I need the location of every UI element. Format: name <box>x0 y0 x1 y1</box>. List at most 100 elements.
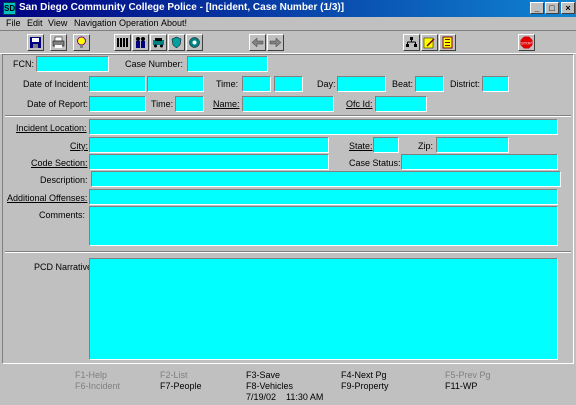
function-key-bar: F1-Help F2-List F3-Save F4-Next Pg F5-Pr… <box>0 366 576 405</box>
lightbulb-icon <box>77 36 86 48</box>
f1-help-key[interactable]: F1-Help <box>75 370 107 380</box>
code-section-field[interactable] <box>89 154 329 170</box>
f9-property-key[interactable]: F9-Property <box>341 381 389 391</box>
state-field[interactable] <box>373 137 399 153</box>
additional-offenses-label[interactable]: Additional Offenses: <box>7 193 87 203</box>
menu-file[interactable]: File <box>6 18 21 28</box>
district-label: District: <box>450 79 480 89</box>
date-of-report-field[interactable] <box>89 96 146 112</box>
property-icon <box>189 37 200 48</box>
city-label[interactable]: City: <box>70 141 88 151</box>
status-datetime: 7/19/02 11:30 AM <box>246 392 324 402</box>
menu-bar: File Edit View Navigation Operation Abou… <box>0 17 576 30</box>
app-icon: SD <box>3 2 16 15</box>
name-field[interactable] <box>242 96 334 112</box>
district-field[interactable] <box>482 76 509 92</box>
case-status-field[interactable] <box>401 154 558 170</box>
edit-note-button[interactable] <box>421 34 438 51</box>
incident-time-field[interactable] <box>242 76 271 92</box>
save-icon <box>30 37 41 48</box>
incident-location-label[interactable]: Incident Location: <box>16 123 87 133</box>
stop-button[interactable]: STOP <box>518 34 535 51</box>
f2-list-key[interactable]: F2-List <box>160 370 188 380</box>
date-of-incident-field[interactable] <box>89 76 146 92</box>
tree-button[interactable] <box>403 34 420 51</box>
people-button[interactable] <box>132 34 149 51</box>
shield-icon <box>171 36 182 49</box>
ofc-id-label[interactable]: Ofc Id: <box>346 99 373 109</box>
f7-people-key[interactable]: F7-People <box>160 381 202 391</box>
vehicle-icon <box>153 38 164 48</box>
name-label[interactable]: Name: <box>213 99 240 109</box>
pcd-narrative-label: PCD Narrative: <box>34 262 95 272</box>
incident-location-field[interactable] <box>89 119 558 135</box>
f11-wp-key[interactable]: F11-WP <box>445 381 477 391</box>
case-number-field[interactable] <box>187 56 268 72</box>
menu-navigation[interactable]: Navigation <box>74 18 117 28</box>
ofc-id-field[interactable] <box>375 96 427 112</box>
title-bar: SD San Diego Community College Police - … <box>0 0 576 17</box>
vehicles-button[interactable] <box>150 34 167 51</box>
zip-field[interactable] <box>436 137 509 153</box>
menu-about[interactable]: About! <box>161 18 187 28</box>
f5-prev-page-key[interactable]: F5-Prev Pg <box>445 370 491 380</box>
close-button[interactable]: × <box>561 2 575 14</box>
section-divider <box>5 115 571 117</box>
list-button[interactable] <box>439 34 456 51</box>
day-field[interactable] <box>337 76 386 92</box>
f4-next-page-key[interactable]: F4-Next Pg <box>341 370 387 380</box>
list-icon <box>442 36 453 49</box>
date-of-incident-field-2[interactable] <box>147 76 204 92</box>
people-icon <box>136 37 145 48</box>
zip-label: Zip: <box>418 141 434 151</box>
table-icon <box>117 38 128 47</box>
back-button[interactable] <box>249 34 266 51</box>
forward-button[interactable] <box>267 34 284 51</box>
f6-incident-key[interactable]: F6-Incident <box>75 381 120 391</box>
f8-vehicles-key[interactable]: F8-Vehicles <box>246 381 293 391</box>
print-button[interactable] <box>50 34 67 51</box>
minimize-button[interactable]: _ <box>530 2 544 14</box>
window-title: San Diego Community College Police - [In… <box>19 2 345 13</box>
save-button[interactable] <box>27 34 44 51</box>
shield-button[interactable] <box>168 34 185 51</box>
city-field[interactable] <box>89 137 329 153</box>
incident-form: FCN: Case Number: Date of Incident: Time… <box>2 54 574 364</box>
incident-time-field-2[interactable] <box>274 76 303 92</box>
table-button[interactable] <box>114 34 131 51</box>
description-field[interactable] <box>91 171 561 187</box>
code-section-label[interactable]: Code Section: <box>31 158 88 168</box>
case-number-label: Case Number: <box>125 59 184 69</box>
f3-save-key[interactable]: F3-Save <box>246 370 280 380</box>
beat-label: Beat: <box>392 79 414 89</box>
pcd-narrative-field[interactable] <box>89 258 558 360</box>
date-of-report-label: Date of Report: <box>27 99 89 109</box>
toolbar: STOP <box>0 30 576 54</box>
state-label[interactable]: State: <box>349 141 373 151</box>
fcn-field[interactable] <box>36 56 109 72</box>
additional-offenses-field[interactable] <box>89 189 558 205</box>
menu-edit[interactable]: Edit <box>27 18 43 28</box>
property-button[interactable] <box>186 34 203 51</box>
day-label: Day: <box>317 79 336 89</box>
report-time-field[interactable] <box>175 96 204 112</box>
hint-button[interactable] <box>73 34 90 51</box>
tree-icon <box>406 37 417 47</box>
print-icon <box>52 36 65 48</box>
narrative-divider <box>5 251 571 253</box>
maximize-button[interactable]: □ <box>545 2 559 14</box>
svg-text:STOP: STOP <box>521 41 532 46</box>
comments-field[interactable] <box>89 206 558 246</box>
forward-arrow-icon <box>269 37 282 48</box>
fcn-label: FCN: <box>13 59 34 69</box>
menu-view[interactable]: View <box>48 18 67 28</box>
beat-field[interactable] <box>415 76 444 92</box>
incident-time-label: Time: <box>216 79 239 89</box>
back-arrow-icon <box>251 37 264 48</box>
report-time-label: Time: <box>151 99 174 109</box>
edit-note-icon <box>423 37 435 49</box>
menu-operation[interactable]: Operation <box>119 18 159 28</box>
case-status-label: Case Status: <box>349 158 401 168</box>
stop-icon: STOP <box>520 36 533 49</box>
description-label: Description: <box>40 175 88 185</box>
